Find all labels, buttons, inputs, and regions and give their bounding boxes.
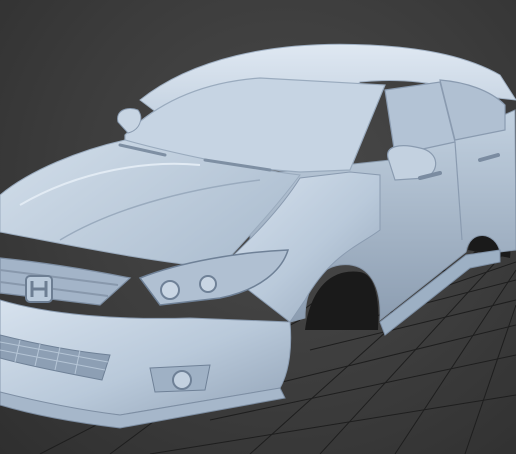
3d-viewport[interactable] [0, 0, 516, 454]
viewport-scene[interactable] [0, 0, 516, 454]
fog-light [172, 370, 192, 390]
car-model[interactable] [0, 43, 516, 429]
headlight-projector-2 [199, 275, 217, 293]
honda-h-logo-icon [25, 275, 53, 303]
headlight-projector-1 [160, 280, 180, 300]
upper-grille [0, 257, 132, 306]
